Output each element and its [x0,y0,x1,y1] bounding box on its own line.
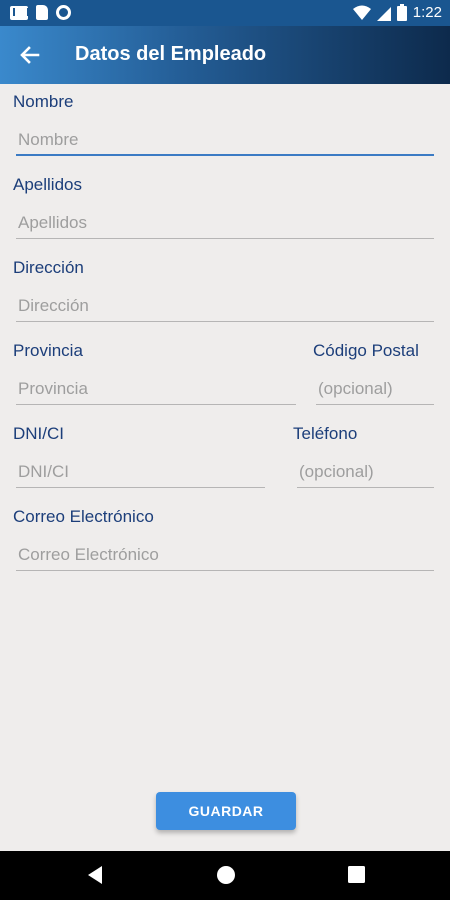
wifi-icon [352,5,371,20]
signal-icon [376,6,391,21]
save-button[interactable]: GUARDAR [156,792,296,830]
direccion-field[interactable] [16,292,434,322]
dni-label: DNI/CI [13,424,64,443]
sd-card-icon [36,5,48,20]
apellidos-field[interactable] [16,209,434,239]
codigo-postal-input[interactable] [316,375,434,403]
battery-icon [396,4,407,21]
gmail-icon [10,5,29,20]
home-circle-icon[interactable] [216,865,236,885]
app-bar: Datos del Empleado [0,26,450,84]
apellidos-input[interactable] [16,209,434,237]
nombre-field[interactable] [16,126,434,156]
correo-field[interactable] [16,541,434,571]
provincia-label: Provincia [13,341,83,360]
nombre-label: Nombre [13,92,74,111]
provincia-input[interactable] [16,375,296,403]
dni-input[interactable] [16,458,265,486]
apellidos-label: Apellidos [13,175,82,194]
dni-field[interactable] [16,458,265,488]
codigo-postal-field[interactable] [316,375,434,405]
back-triangle-icon[interactable] [86,865,104,885]
status-clock: 1:22 [412,4,442,21]
correo-label: Correo Electrónico [13,507,154,526]
correo-input[interactable] [16,541,434,569]
recents-square-icon[interactable] [348,866,365,883]
status-bar: 1:22 [0,0,450,26]
nombre-input[interactable] [16,126,434,154]
telefono-label: Teléfono [293,424,358,443]
page-title: Datos del Empleado [75,43,267,65]
telefono-field[interactable] [297,458,434,488]
direccion-input[interactable] [16,292,434,320]
circle-icon [56,5,71,20]
direccion-label: Dirección [13,258,84,277]
telefono-input[interactable] [297,458,434,486]
codigo-postal-label: Código Postal [313,341,419,360]
provincia-field[interactable] [16,375,296,405]
system-nav-bar [0,851,450,900]
arrow-left-icon [20,46,40,64]
back-button[interactable] [14,39,46,71]
